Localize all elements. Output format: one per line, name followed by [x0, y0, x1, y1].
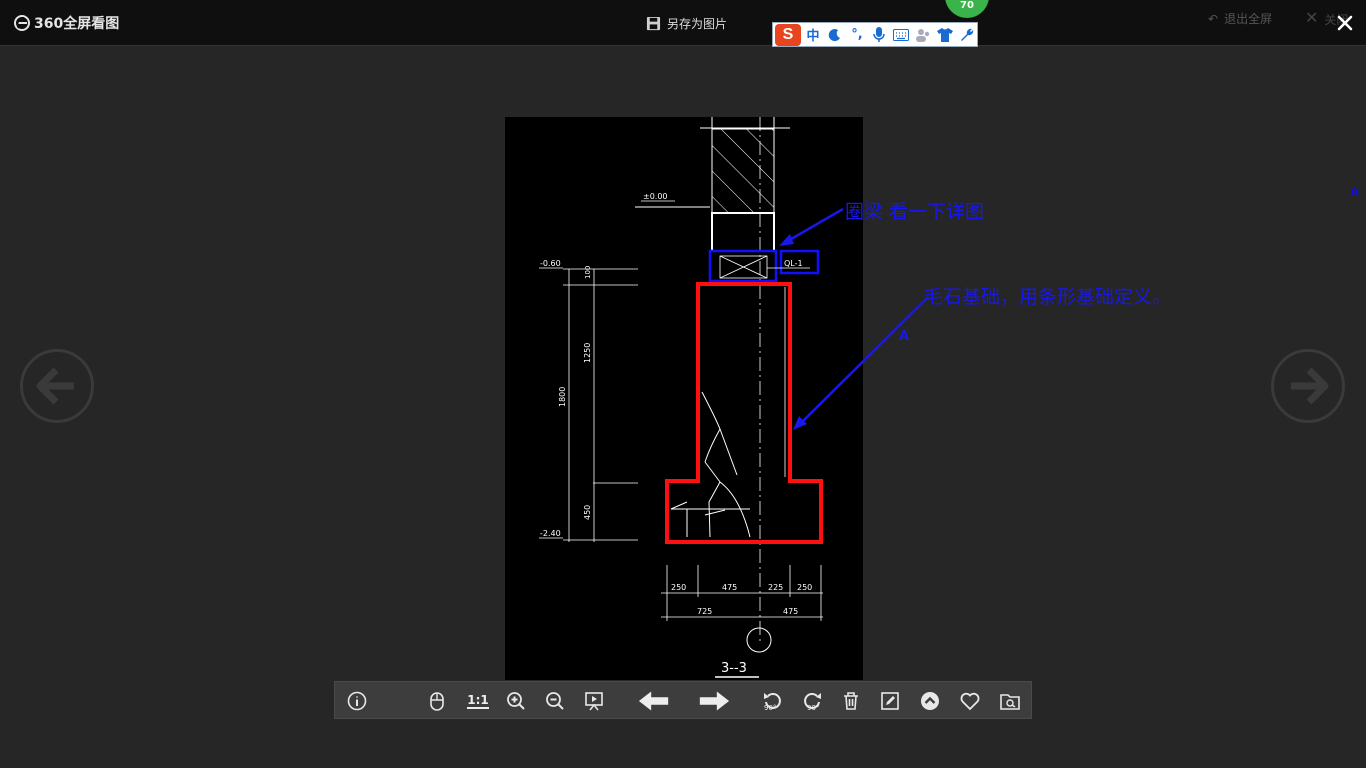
rotate-ccw-button[interactable]: 90°	[761, 689, 785, 713]
zoom-in-icon	[507, 692, 525, 710]
arrow-right-icon	[699, 691, 730, 711]
rotate-cw-button[interactable]: 90°	[800, 689, 824, 713]
rotate-ccw-label: 90°	[764, 704, 777, 712]
next-button[interactable]	[696, 689, 732, 713]
edit-icon	[881, 692, 899, 710]
favorite-button[interactable]	[958, 689, 982, 713]
viewer-toolbar: 1:1 90° 90°	[334, 681, 1032, 719]
folder-search-icon	[1000, 694, 1020, 710]
delete-button[interactable]	[839, 689, 863, 713]
info-button[interactable]	[345, 689, 369, 713]
open-folder-button[interactable]	[998, 689, 1022, 713]
info-icon	[347, 691, 367, 711]
zoom-out-button[interactable]	[543, 689, 567, 713]
chevron-up-icon	[921, 692, 939, 710]
slideshow-icon	[585, 692, 603, 711]
actual-size-button[interactable]: 1:1	[465, 689, 491, 713]
rotate-cw-label: 90°	[807, 704, 820, 712]
mouse-mode-button[interactable]	[425, 689, 449, 713]
edit-button[interactable]	[878, 689, 902, 713]
prev-button[interactable]	[636, 689, 672, 713]
actual-size-label: 1:1	[467, 693, 489, 709]
heart-icon	[960, 692, 980, 711]
zoom-in-button[interactable]	[504, 689, 528, 713]
beam-annotation: 圈梁 看一下详图	[845, 201, 985, 223]
arrow-left-icon	[638, 691, 669, 711]
zoom-out-icon	[546, 692, 564, 710]
slideshow-button[interactable]	[582, 689, 606, 713]
more-button[interactable]	[918, 689, 942, 713]
annotation-marker: A	[899, 329, 910, 344]
mouse-icon	[430, 692, 444, 711]
annotation-arrows	[779, 207, 929, 430]
trash-icon	[844, 692, 858, 710]
foundation-annotation: 毛石基础，用条形基础定义。	[924, 286, 1172, 308]
